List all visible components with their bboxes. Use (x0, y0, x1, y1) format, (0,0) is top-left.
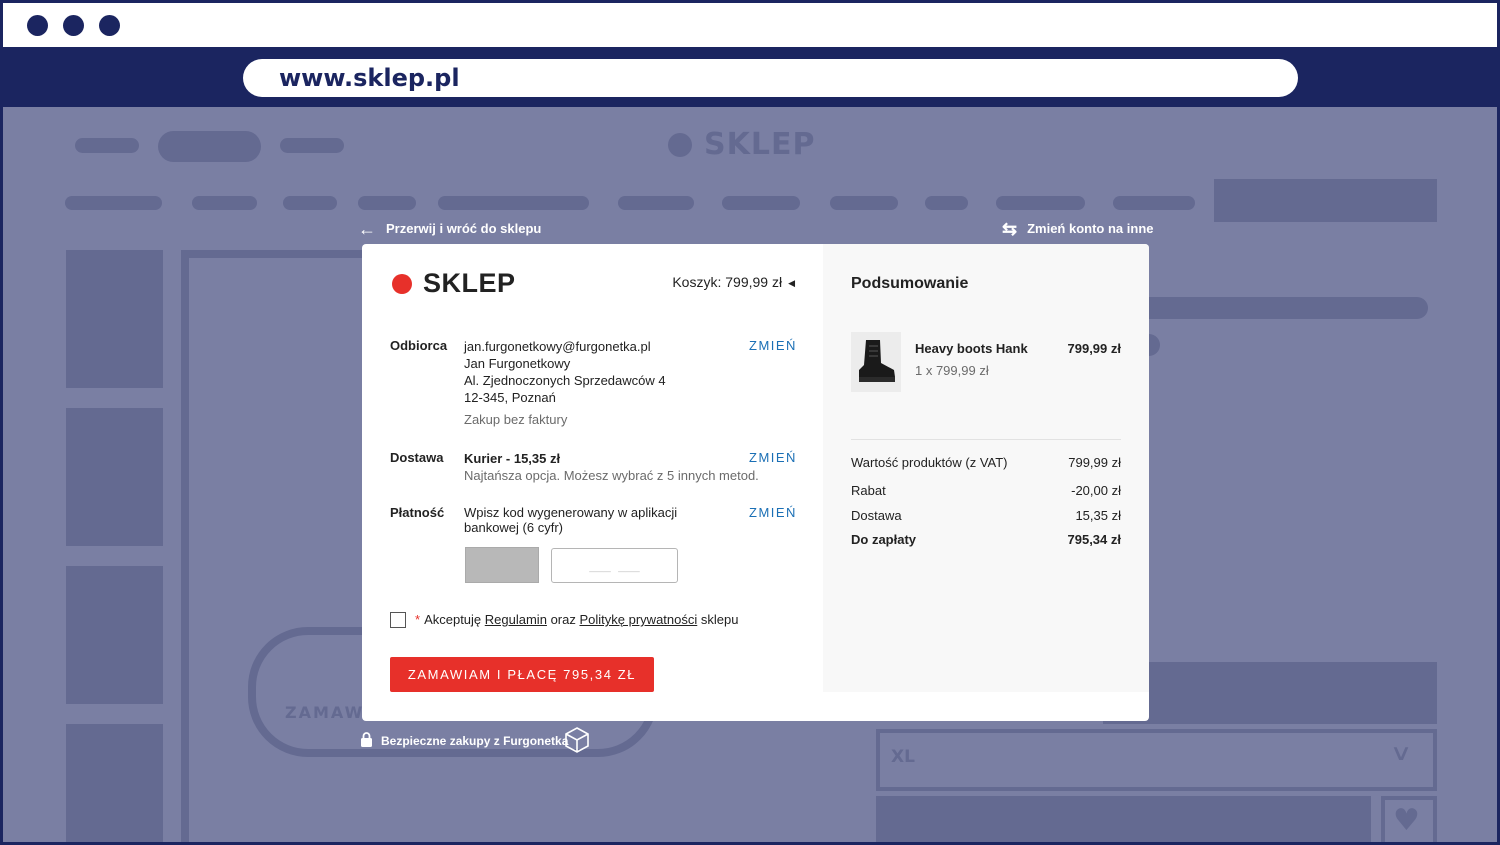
bg-shop-logo: SKLEP (668, 127, 815, 162)
caret-left-icon: ◀ (788, 278, 795, 288)
terms-link[interactable]: Regulamin (485, 612, 547, 627)
logo-dot-icon (392, 274, 412, 294)
checkout-form-panel: SKLEP Koszyk: 799,99 zł ◀ Odbiorca jan.fu… (362, 244, 823, 721)
product-price: 799,99 zł (1067, 341, 1122, 356)
heart-icon: ♥ (1393, 803, 1420, 838)
bg-thumbnail (66, 724, 163, 842)
recipient-street: Al. Zjednoczonych Sprzedawców 4 (464, 373, 666, 388)
secure-shopping-badge: Bezpieczne zakupy z Furgonetka (360, 726, 590, 757)
bg-nav-placeholder (280, 138, 344, 153)
change-delivery-button[interactable]: ZMIEŃ (749, 450, 797, 465)
bg-thumbnail (66, 566, 163, 704)
chevron-down-icon: ∨ (1389, 741, 1413, 766)
checkout-modal: SKLEP Koszyk: 799,99 zł ◀ Odbiorca jan.fu… (362, 244, 1149, 721)
delivery-details: Kurier - 15,35 zł Najtańsza opcja. Możes… (464, 450, 759, 484)
bg-nav-placeholder (158, 131, 261, 162)
delivery-label: Dostawa (390, 450, 444, 465)
bg-menu-placeholder (996, 196, 1085, 210)
bg-thumbnail (66, 250, 163, 388)
payment-instruction-line1: Wpisz kod wygenerowany w aplikacji (464, 505, 678, 520)
summary-title: Podsumowanie (851, 275, 969, 292)
product-quantity: 1 x 799,99 zł (915, 363, 989, 378)
order-summary-panel: Podsumowanie Heavy boots Hank 1 x 799,99… (823, 244, 1149, 692)
address-bar-area: www.sklep.pl (3, 47, 1497, 107)
window-control-dot[interactable] (27, 15, 48, 36)
url-bar[interactable]: www.sklep.pl (243, 59, 1298, 97)
invoice-info: Zakup bez faktury (464, 412, 568, 427)
recipient-email: jan.furgonetkowy@furgonetka.pl (464, 339, 651, 354)
privacy-policy-link[interactable]: Politykę prywatności (579, 612, 697, 627)
bg-menu-placeholder (722, 196, 800, 210)
bg-menu-placeholder (192, 196, 257, 210)
recipient-label: Odbiorca (390, 338, 448, 353)
payment-instruction-line2: bankowej (6 cyfr) (464, 520, 563, 535)
boot-icon (851, 332, 901, 392)
bg-title-placeholder (1103, 297, 1428, 319)
payment-details: Wpisz kod wygenerowany w aplikacji banko… (464, 505, 677, 535)
terms-checkbox[interactable] (390, 612, 406, 628)
product-name: Heavy boots Hank (915, 341, 1028, 356)
product-image (851, 332, 901, 392)
bg-search-placeholder (1214, 179, 1437, 222)
bg-menu-placeholder (283, 196, 337, 210)
recipient-details: jan.furgonetkowy@furgonetka.pl Jan Furgo… (464, 338, 666, 428)
bg-faded-button-text: ZAMAW (285, 703, 365, 722)
swap-arrows-icon: ⇆ (1002, 219, 1018, 239)
bg-menu-placeholder (830, 196, 898, 210)
bg-size-select (876, 729, 1437, 791)
window-control-dot[interactable] (63, 15, 84, 36)
arrow-left-icon: ← (358, 219, 376, 239)
lock-icon (360, 732, 373, 750)
back-to-shop-link[interactable]: ← Przerwij i wróć do sklepu (358, 219, 541, 240)
bg-menu-placeholder (1113, 196, 1195, 210)
change-payment-button[interactable]: ZMIEŃ (749, 505, 797, 520)
bg-menu-placeholder (438, 196, 589, 210)
recipient-city: 12-345, Poznań (464, 390, 556, 405)
blik-code-input[interactable]: ___ ___ (551, 548, 678, 583)
payment-label: Płatność (390, 505, 445, 520)
divider (851, 439, 1121, 440)
shop-logo: SKLEP (392, 268, 516, 299)
recipient-name: Jan Furgonetkowy (464, 356, 571, 371)
bg-menu-placeholder (925, 196, 968, 210)
bg-thumbnail (66, 408, 163, 546)
bank-app-button[interactable] (465, 547, 539, 583)
bg-menu-placeholder (358, 196, 416, 210)
terms-consent: * Akceptuję Regulamin oraz Politykę prywa… (390, 612, 738, 628)
delivery-method: Kurier - 15,35 zł (464, 451, 561, 466)
place-order-button[interactable]: ZAMAWIAM I PŁACĘ 795,34 ZŁ (390, 657, 654, 692)
window-control-dot[interactable] (99, 15, 120, 36)
browser-titlebar (3, 3, 1497, 47)
bg-nav-placeholder (75, 138, 139, 153)
summary-row: Rabat -20,00 zł (851, 483, 1121, 498)
bg-menu-placeholder (618, 196, 694, 210)
summary-row: Dostawa 15,35 zł (851, 508, 1121, 523)
summary-total-row: Do zapłaty 795,34 zł (851, 532, 1121, 547)
bg-size-value: XL (891, 747, 915, 767)
bg-block-placeholder (1103, 662, 1437, 724)
bg-menu-placeholder (65, 196, 162, 210)
delivery-note: Najtańsza opcja. Możesz wybrać z 5 innyc… (464, 468, 759, 483)
bg-add-to-cart-placeholder (876, 796, 1371, 842)
package-icon (564, 726, 590, 757)
summary-row: Wartość produktów (z VAT) 799,99 zł (851, 455, 1121, 470)
cart-toggle[interactable]: Koszyk: 799,99 zł ◀ (672, 274, 795, 290)
switch-account-link[interactable]: ⇆ Zmień konto na inne (1002, 219, 1154, 240)
change-recipient-button[interactable]: ZMIEŃ (749, 338, 797, 353)
